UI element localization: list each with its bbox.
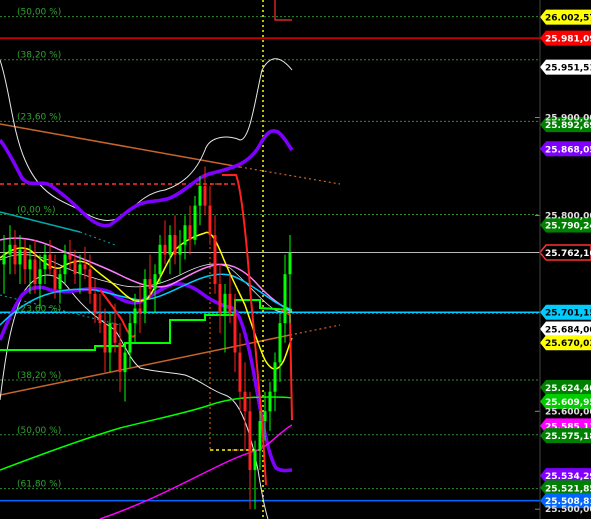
candle-body xyxy=(78,264,82,275)
candle-body xyxy=(48,254,52,270)
price-marker-label: 25.790,24 xyxy=(545,221,591,231)
candle-body xyxy=(223,293,227,314)
price-marker-label: 26.002,57 xyxy=(545,14,591,24)
candle-body xyxy=(13,244,17,265)
candle-body xyxy=(288,252,292,275)
candle-body xyxy=(143,279,147,314)
candle-body xyxy=(43,254,47,270)
candle-body xyxy=(188,225,192,240)
axis-tick-label: 25.600,00 xyxy=(545,407,591,417)
axis-tick-label: 25.900,00 xyxy=(545,114,591,124)
candle-body xyxy=(123,352,127,373)
candle-body xyxy=(88,269,92,294)
fib-level-label: (38,20 %) xyxy=(17,51,61,61)
trendline-lower-extension xyxy=(289,324,341,336)
candle-body xyxy=(213,235,217,284)
candle-body xyxy=(228,293,232,314)
fib-level-label: (50,00 %) xyxy=(17,426,61,436)
candle-body xyxy=(33,259,37,284)
axis-tick-label: 25.500,00 xyxy=(545,505,591,515)
candle-body xyxy=(138,308,142,314)
candle-body xyxy=(273,362,277,392)
candle-body xyxy=(23,249,27,270)
fib-level-label: (23,60 %) xyxy=(17,304,61,314)
candle-body xyxy=(248,411,252,471)
candle-body xyxy=(173,235,177,255)
price-marker-label: 25.762,16 xyxy=(545,249,591,259)
candle-body xyxy=(28,259,32,270)
candle-body xyxy=(203,186,207,206)
candle-body xyxy=(258,421,262,451)
price-marker-label: 25.521,85 xyxy=(545,484,591,494)
chart-root: (50,00 %) (38,20 %) (23,60 %) (0,00 %) (23,6… xyxy=(0,0,591,519)
price-marker-label: 25.670,03 xyxy=(545,339,591,349)
price-marker-label: 25.575,18 xyxy=(545,432,591,442)
fib-level-label: (0,00 %) xyxy=(17,205,55,215)
candle-body xyxy=(163,244,167,255)
candle-body xyxy=(158,244,162,275)
white-band-upper xyxy=(0,58,293,221)
candle-body xyxy=(73,259,77,275)
candle-body xyxy=(218,283,222,314)
candle-body xyxy=(8,244,12,255)
candle-body xyxy=(268,391,272,412)
candle-body xyxy=(233,313,237,353)
candle-body xyxy=(2,254,6,265)
candle-body xyxy=(103,323,107,353)
candle-body xyxy=(133,308,137,324)
candle-body xyxy=(168,235,172,255)
candle-body xyxy=(83,264,87,270)
candle-body xyxy=(178,244,182,255)
price-marker-label: 25.951,51 xyxy=(545,64,591,74)
axis-tick-label: 25.800,00 xyxy=(545,211,591,221)
candle-body xyxy=(93,293,97,314)
teal-trendline-extension xyxy=(79,231,116,246)
candle-body xyxy=(193,205,197,240)
fib-level-label: (50,00 %) xyxy=(17,8,61,18)
candle-body xyxy=(278,323,282,363)
price-marker-label: 25.624,40 xyxy=(545,384,591,394)
trading-chart: (50,00 %) (38,20 %) (23,60 %) (0,00 %) (23,6… xyxy=(0,0,591,519)
candle-body xyxy=(118,342,122,373)
candle-body xyxy=(58,274,62,289)
price-marker-label: 25.684,00 xyxy=(545,326,591,336)
candle-body xyxy=(68,254,72,260)
candle-body xyxy=(108,323,112,353)
candle-body xyxy=(263,411,267,422)
trendline-upper xyxy=(0,123,241,168)
candle-body xyxy=(63,254,67,275)
candle-body xyxy=(153,274,157,289)
candle-body xyxy=(253,450,257,471)
fib-level-label: (61,80 %) xyxy=(17,480,61,490)
candle-body xyxy=(243,391,247,412)
candle-body xyxy=(283,274,287,324)
candle-body xyxy=(113,323,117,343)
price-markers: 26.002,5725.981,0925.951,5125.892,6925.8… xyxy=(539,9,591,509)
candlesticks xyxy=(2,166,292,510)
candle-body xyxy=(183,225,187,245)
fib-level-label: (38,20 %) xyxy=(17,371,61,381)
trendline-upper-extension xyxy=(239,166,341,185)
candle-body xyxy=(128,323,132,353)
price-marker-label: 25.868,05 xyxy=(545,145,591,155)
candle-body xyxy=(148,279,152,289)
candle-body xyxy=(18,249,22,265)
candle-body xyxy=(98,313,102,324)
price-marker-label: 25.981,09 xyxy=(545,35,591,45)
candle-body xyxy=(208,205,212,236)
candle-body xyxy=(198,186,202,206)
candle-body xyxy=(53,269,57,289)
candle-body xyxy=(238,352,242,392)
fib-level-label: (23,60 %) xyxy=(17,112,61,122)
price-marker-label: 25.701,15 xyxy=(545,309,591,319)
candle-body xyxy=(38,269,42,284)
